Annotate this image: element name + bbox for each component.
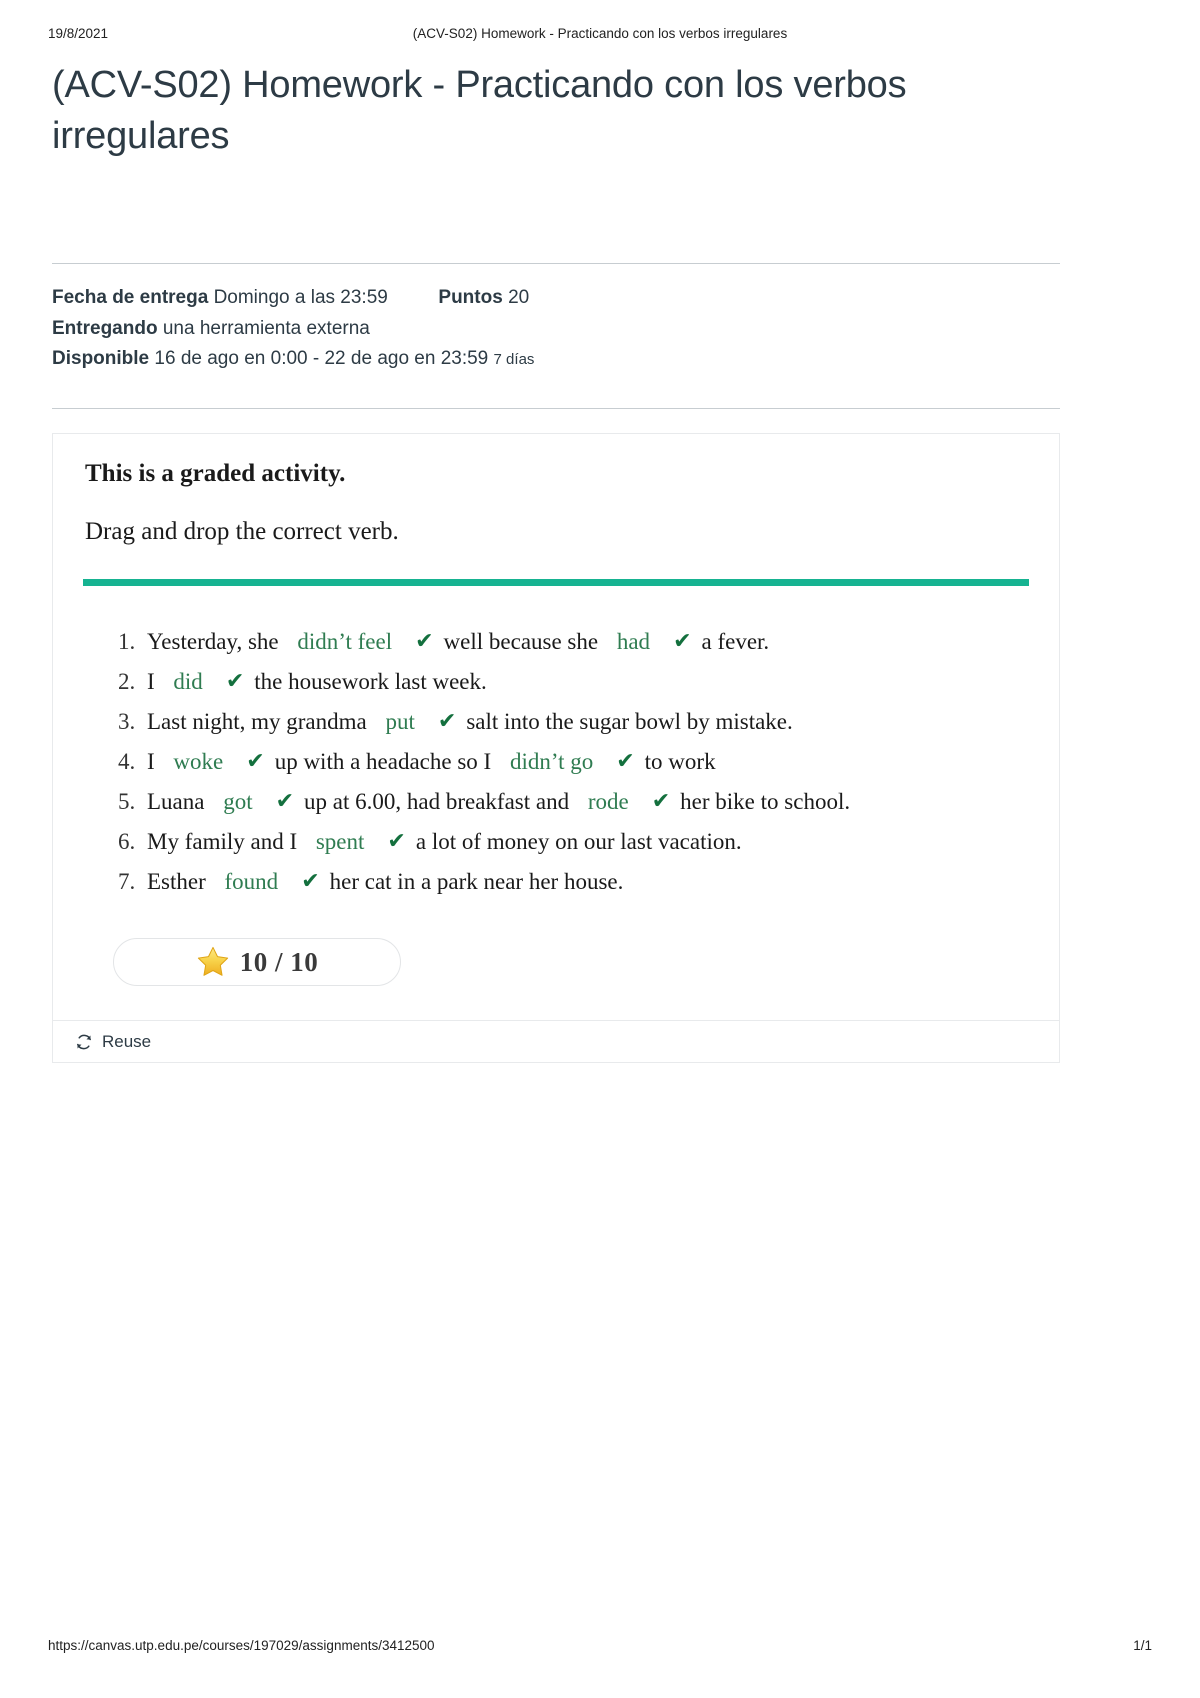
check-icon: ✔ (246, 749, 265, 775)
points-value: 20 (508, 286, 530, 308)
sentence-fragment: salt into the sugar bowl by mistake. (466, 709, 793, 735)
submitting-label: Entregando (52, 317, 158, 339)
sentence-fragment: Luana (147, 789, 205, 815)
points-label: Puntos (438, 286, 503, 308)
assignment-meta: Fecha de entrega Domingo a las 23:59 Pun… (52, 264, 1060, 375)
graded-activity-heading: This is a graded activity. (85, 460, 346, 488)
sentence-fragment: well because she (443, 629, 599, 655)
activity-instruction: Drag and drop the correct verb. (85, 518, 399, 546)
exercise-item: I woke ✔ up with a headache so I didn’t go… (141, 750, 1029, 774)
exercise-item: Esther found ✔ her cat in a park near her … (141, 870, 1029, 894)
sentence-fragment: I (147, 669, 155, 695)
sentence-fragment: Last night, my grandma (147, 709, 367, 735)
sentence-fragment: the housework last week. (254, 669, 487, 695)
answer-blank[interactable]: didn’t go (497, 749, 606, 774)
sentence-fragment: her cat in a park near her house. (329, 869, 624, 895)
footer-url: https://canvas.utp.edu.pe/courses/197029… (48, 1638, 435, 1653)
check-icon: ✔ (415, 629, 434, 655)
exercise-list: Yesterday, she didn’t feel ✔ well because … (83, 586, 1029, 894)
score-badge: 10 / 10 (113, 938, 401, 987)
sentence-fragment: a lot of money on our last vacation. (415, 829, 742, 855)
available-label: Disponible (52, 348, 150, 370)
exercise-item: Luana got✔up at 6.00, had breakfast and … (141, 790, 1029, 814)
answer-blank[interactable]: woke (160, 749, 236, 774)
check-icon: ✔ (616, 749, 635, 775)
available-duration: 7 días (493, 351, 535, 369)
exercise-item: Last night, my grandma put ✔ salt into the… (141, 710, 1029, 734)
star-icon (197, 947, 228, 976)
sentence-fragment: to work (644, 749, 716, 775)
external-tool-body: This is a graded activity. Drag and drop… (53, 434, 1059, 1020)
check-icon: ✔ (225, 669, 245, 695)
sentence-fragment: up at 6.00, had breakfast and (304, 789, 570, 815)
check-icon: ✔ (387, 829, 406, 855)
answer-blank[interactable]: put (373, 709, 428, 734)
answer-blank[interactable]: had (604, 629, 663, 654)
sentence-fragment: My family and I (147, 829, 298, 855)
print-footer: https://canvas.utp.edu.pe/courses/197029… (0, 1638, 1200, 1656)
sentence-fragment: her bike to school. (680, 789, 851, 815)
check-icon: ✔ (651, 789, 671, 815)
divider-bottom (52, 408, 1060, 410)
score-value: 10 / 10 (239, 946, 319, 977)
answer-blank[interactable]: did (160, 669, 215, 694)
refresh-icon (77, 1034, 91, 1049)
page-content: (ACV-S02) Homework - Practicando con los… (0, 0, 1200, 1064)
meta-row-submitting: Entregando una herramienta externa (52, 314, 1060, 345)
reuse-label: Reuse (102, 1031, 152, 1051)
submitting-value: una herramienta externa (162, 317, 370, 339)
reuse-button[interactable]: Reuse (75, 1032, 151, 1052)
external-tool-frame: This is a graded activity. Drag and drop… (52, 433, 1060, 1064)
due-date-label: Fecha de entrega (52, 286, 209, 308)
answer-blank[interactable]: spent (303, 829, 378, 854)
check-icon: ✔ (275, 789, 295, 815)
check-icon: ✔ (673, 629, 692, 655)
answer-blank[interactable]: got (210, 789, 265, 814)
answer-blank[interactable]: rode (575, 789, 642, 814)
answer-blank[interactable]: found (212, 869, 292, 894)
meta-row-due: Fecha de entrega Domingo a las 23:59 Pun… (52, 283, 1060, 314)
external-tool-footer: Reuse (53, 1020, 1059, 1062)
exercise-item: My family and I spent ✔ a lot of money on … (141, 830, 1029, 854)
sentence-fragment: I (147, 749, 155, 775)
accent-divider (83, 579, 1029, 587)
meta-row-available: Disponible 16 de ago en 0:00 - 22 de ago… (52, 344, 1060, 375)
check-icon: ✔ (437, 709, 457, 735)
sentence-fragment: Yesterday, she (147, 629, 279, 655)
footer-page-number: 1/1 (1133, 1638, 1152, 1653)
sentence-fragment: a fever. (701, 629, 770, 655)
exercise-item: I did ✔ the housework last week. (141, 670, 1029, 694)
sentence-fragment: Esther (147, 869, 206, 895)
exercise-item: Yesterday, she didn’t feel ✔ well because … (141, 630, 1029, 654)
answer-blank[interactable]: didn’t feel (284, 629, 405, 654)
check-icon: ✔ (301, 869, 320, 895)
due-date-value: Domingo a las 23:59 (213, 286, 388, 308)
available-value: 16 de ago en 0:00 - 22 de ago en 23:59 (154, 348, 489, 370)
page-title: (ACV-S02) Homework - Practicando con los… (52, 64, 907, 157)
sentence-fragment: up with a headache so I (274, 749, 492, 775)
